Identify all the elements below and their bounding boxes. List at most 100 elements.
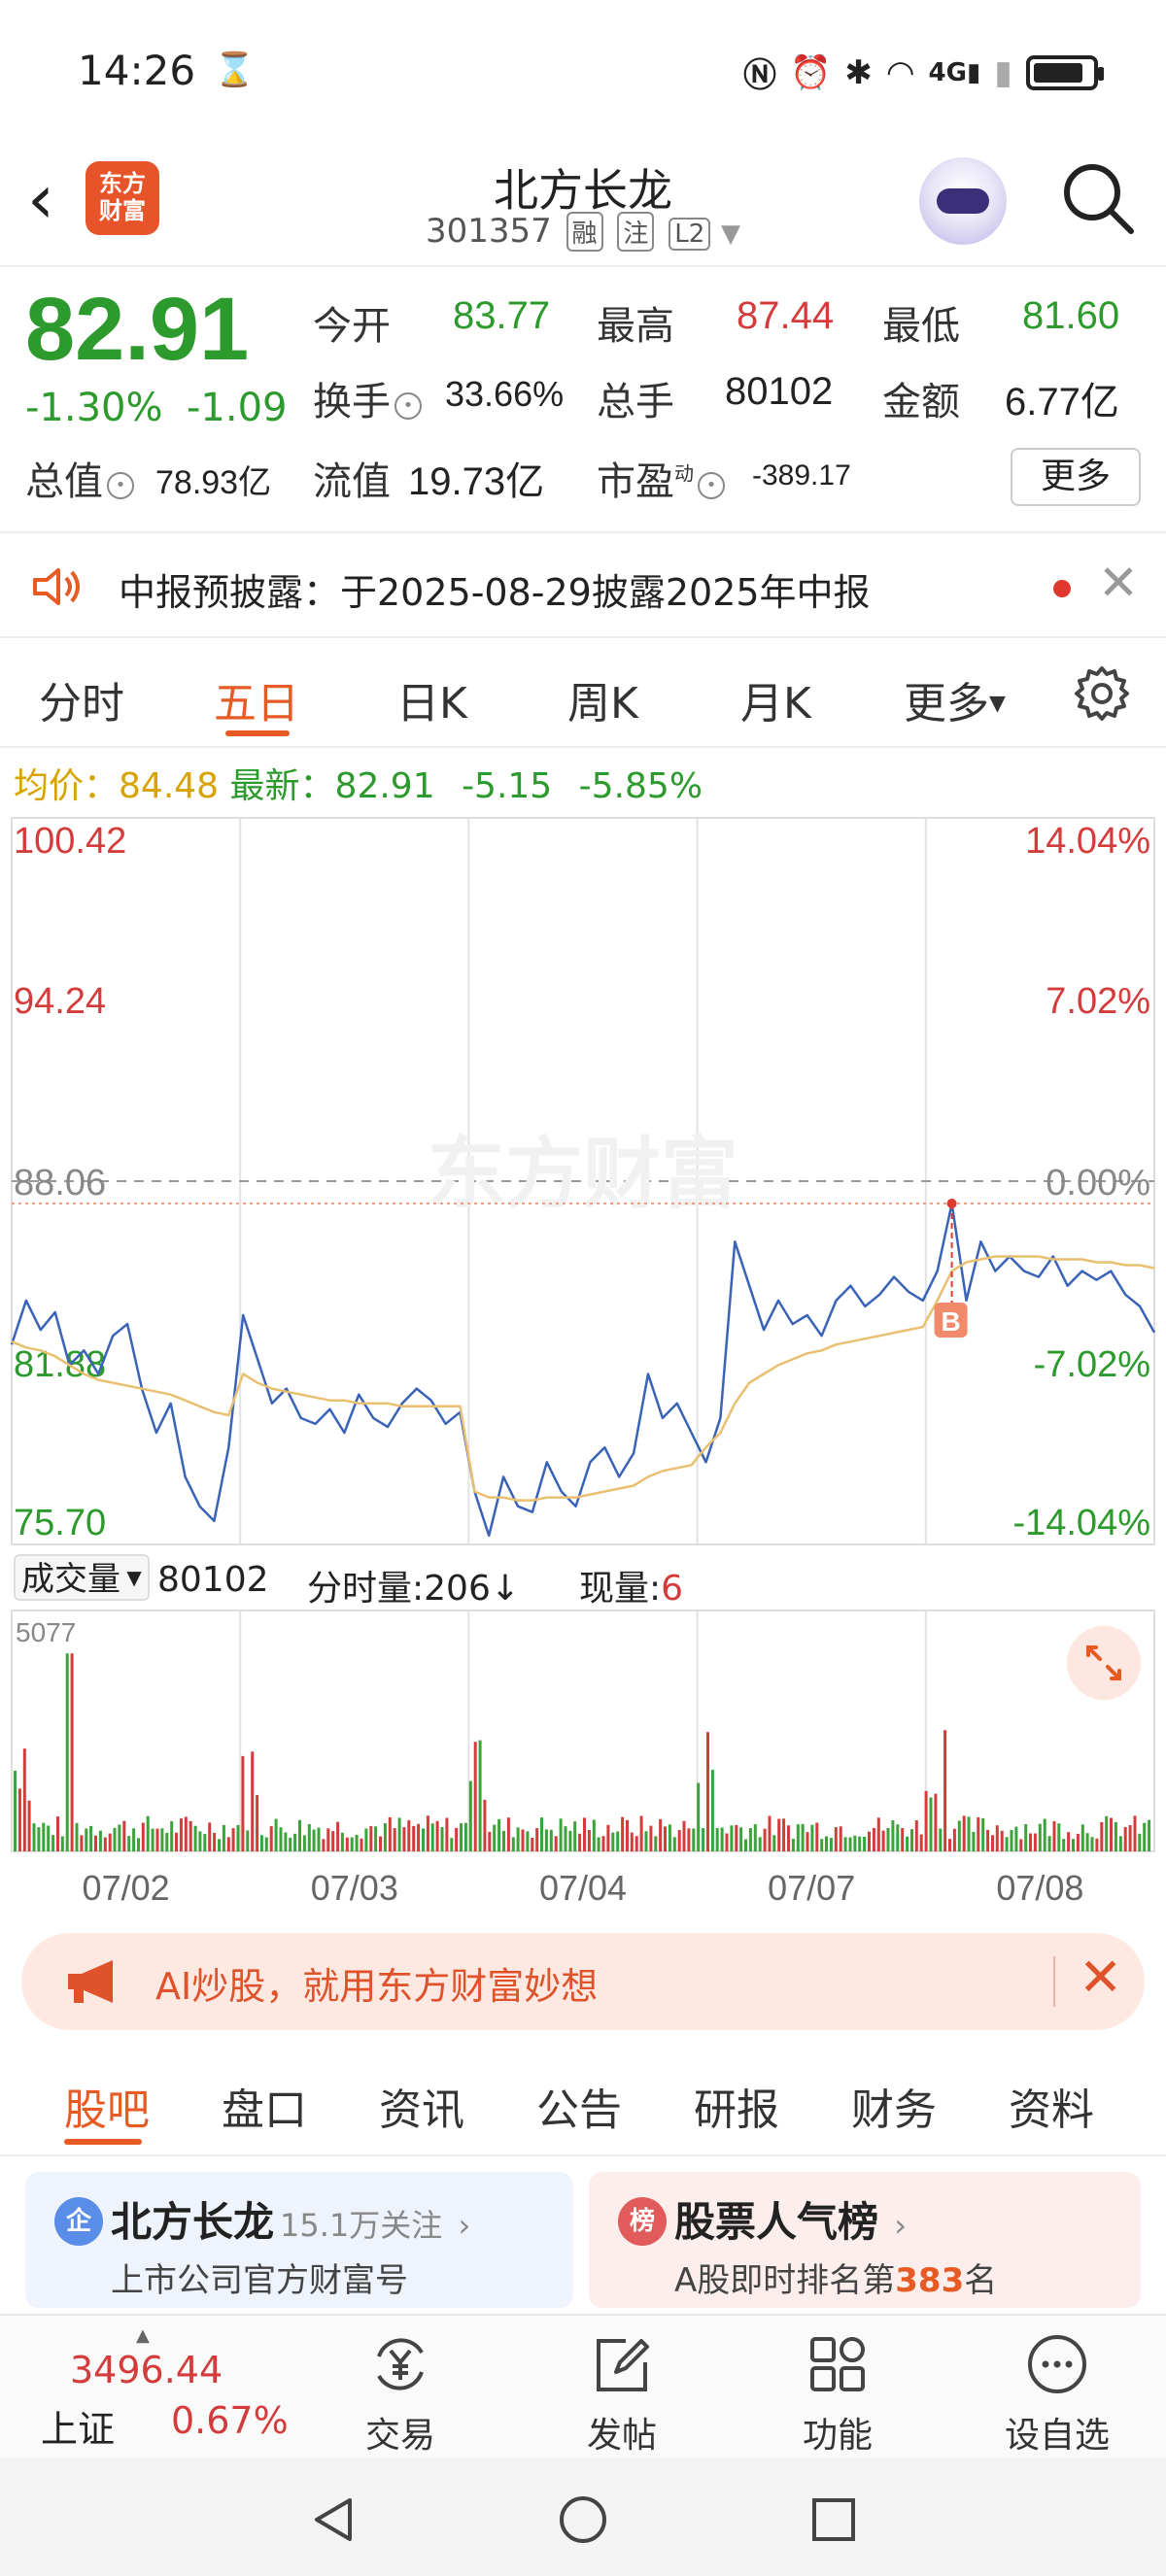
- chevron-down-icon[interactable]: ▼: [721, 220, 740, 249]
- volume-bar: [435, 1820, 439, 1851]
- tab-monthly-k[interactable]: 月K: [740, 668, 811, 730]
- volume-bar: [664, 1826, 667, 1851]
- tab-forum[interactable]: 股吧: [64, 2075, 150, 2137]
- volume-bar: [279, 1827, 283, 1851]
- volume-bar: [141, 1822, 145, 1851]
- volume-bar: [621, 1816, 625, 1851]
- info-icon[interactable]: •: [107, 472, 134, 499]
- volume-bar: [132, 1828, 136, 1851]
- volume-bar: [422, 1828, 425, 1851]
- close-icon[interactable]: ✕: [1098, 555, 1139, 611]
- volume-bar: [910, 1829, 913, 1851]
- index-name: 上证: [41, 2408, 116, 2451]
- tab-announcements[interactable]: 公告: [536, 2075, 622, 2137]
- info-icon[interactable]: •: [394, 392, 422, 420]
- volume-bar: [379, 1836, 382, 1851]
- amount-label: 金额: [882, 380, 960, 424]
- volume-chart[interactable]: 5077: [0, 1609, 1166, 1861]
- recents-nav-icon[interactable]: [806, 2492, 861, 2547]
- gear-icon[interactable]: [1073, 664, 1131, 723]
- more-button[interactable]: 更多: [1011, 448, 1141, 506]
- y-tick-left: 75.70: [14, 1503, 106, 1543]
- volume-bar: [768, 1815, 772, 1851]
- volume-bar: [820, 1839, 824, 1851]
- y-tick-right: -14.04%: [1012, 1503, 1150, 1543]
- volume-bar: [502, 1830, 505, 1851]
- volume-bar: [264, 1837, 268, 1851]
- five-day-price-chart[interactable]: 东方财富100.4294.2488.0681.8875.7014.04%7.02…: [0, 816, 1166, 1546]
- y-tick-right: -7.02%: [1034, 1344, 1150, 1385]
- volume-bar: [75, 1822, 79, 1851]
- volume-bar: [307, 1823, 311, 1851]
- company-account-card[interactable]: 企 北方长龙 15.1万关注 › 上市公司官方财富号: [25, 2172, 573, 2308]
- volume-bar: [886, 1827, 890, 1851]
- popularity-rank-card[interactable]: 榜 股票人气榜 › A股即时排名第383名: [589, 2172, 1141, 2308]
- notice-text: 中报预披露：于2025-08-29披露2025年中报: [119, 571, 871, 614]
- back-nav-icon[interactable]: [307, 2492, 361, 2547]
- volume-bar: [853, 1835, 857, 1851]
- tab-intraday[interactable]: 分时: [39, 668, 124, 730]
- volume-bar: [193, 1825, 197, 1851]
- volume-bar: [787, 1825, 790, 1851]
- volume-bar: [94, 1835, 97, 1851]
- trade-button[interactable]: 交易: [332, 2329, 468, 2457]
- volume-bar: [672, 1837, 676, 1851]
- volume-bar: [274, 1818, 278, 1851]
- close-icon[interactable]: ✕: [1079, 1947, 1122, 2008]
- assistant-avatar[interactable]: [919, 157, 1007, 245]
- post-button[interactable]: 发帖: [554, 2329, 690, 2457]
- volume-bar: [730, 1825, 734, 1851]
- volume-bar: [521, 1829, 525, 1851]
- tab-daily-k[interactable]: 日K: [396, 668, 467, 730]
- volume-max-label: 5077: [16, 1617, 76, 1647]
- volume-bar: [1067, 1832, 1071, 1851]
- expand-icon[interactable]: [1067, 1626, 1141, 1700]
- ai-banner[interactable]: AI炒股，就用东方财富妙想 ✕: [21, 1933, 1145, 2030]
- volume-bar: [710, 1770, 714, 1851]
- volume-bar: [606, 1824, 610, 1851]
- notice-bar[interactable]: 中报预披露：于2025-08-29披露2025年中报 ✕: [0, 531, 1166, 638]
- info-icon[interactable]: •: [698, 472, 725, 499]
- volume-bar: [901, 1828, 905, 1851]
- open-label: 今开: [313, 304, 391, 349]
- tab-profile[interactable]: 资料: [1009, 2075, 1094, 2137]
- tab-news[interactable]: 资讯: [379, 2075, 464, 2137]
- volume-bar: [51, 1835, 55, 1851]
- pe-label-text: 市盈: [597, 459, 674, 504]
- volume-bar: [213, 1832, 217, 1851]
- card-title-text: 北方长龙: [111, 2198, 275, 2246]
- volume-bar: [226, 1837, 230, 1851]
- y-tick-right: 0.00%: [1046, 1163, 1150, 1203]
- volume-bar: [858, 1836, 862, 1851]
- tab-finance[interactable]: 财务: [851, 2075, 937, 2137]
- volume-bar: [32, 1823, 36, 1851]
- volume-bar: [677, 1830, 681, 1851]
- latest-label: 最新：: [229, 766, 335, 806]
- tab-weekly-k[interactable]: 周K: [567, 668, 638, 730]
- rank-prefix: A股即时排名第: [674, 2261, 896, 2300]
- search-icon[interactable]: [1059, 159, 1137, 237]
- trade-label: 交易: [364, 2416, 435, 2456]
- turnover-value: 33.66%: [445, 374, 565, 414]
- mktcap-label-text: 总值: [25, 459, 103, 504]
- stock-header: ‹ 东方 财富 北方长龙 301357 融 注 L2 ▼: [0, 146, 1166, 267]
- tab-research[interactable]: 研报: [694, 2075, 779, 2137]
- volume-bar: [843, 1837, 847, 1851]
- volume-bar: [777, 1818, 781, 1851]
- volume-bar: [592, 1819, 596, 1851]
- tab-five-day[interactable]: 五日: [214, 668, 299, 730]
- volume-bar: [170, 1821, 174, 1851]
- volume-bar: [806, 1832, 809, 1851]
- volume-bar: [175, 1832, 178, 1851]
- home-nav-icon[interactable]: [556, 2492, 610, 2547]
- add-watchlist-button[interactable]: 设自选: [989, 2329, 1125, 2457]
- tab-order-book[interactable]: 盘口: [222, 2075, 307, 2137]
- volume-bar: [317, 1827, 321, 1851]
- volume-bar: [269, 1826, 273, 1851]
- volume-indicator-select[interactable]: 成交量 ▼: [14, 1554, 150, 1601]
- tab-more[interactable]: 更多▼: [904, 668, 1006, 730]
- volume-bar: [22, 1748, 26, 1851]
- functions-button[interactable]: 功能: [770, 2329, 906, 2457]
- ranking-icon: 榜: [618, 2197, 667, 2246]
- price-info-line: 均价：84.48 最新：82.91 -5.15 -5.85%: [14, 758, 703, 808]
